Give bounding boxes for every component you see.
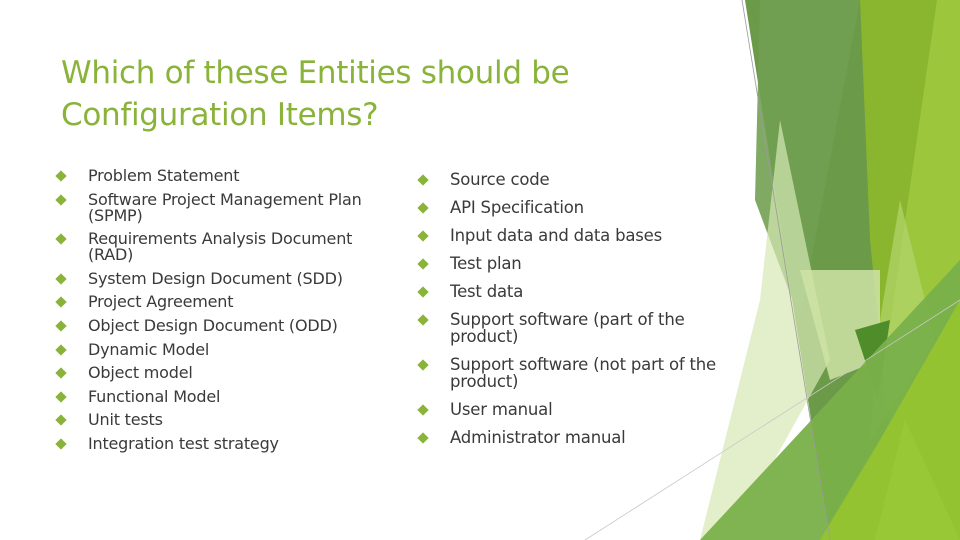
- slide-title: Which of these Entities should be Config…: [61, 55, 570, 133]
- list-item-text: Source code: [450, 170, 550, 189]
- diamond-bullet-icon: [55, 367, 67, 379]
- diamond-bullet-icon: [417, 230, 429, 242]
- list-item-text: Integration test strategy: [88, 433, 279, 453]
- diamond-bullet-icon: [55, 193, 67, 206]
- diamond-bullet-icon: [417, 314, 429, 326]
- list-item-text: Object model: [88, 363, 193, 383]
- list-item-text: Input data and data bases: [450, 226, 663, 245]
- diamond-bullet-icon: [417, 174, 429, 186]
- list-item: Input data and data bases: [414, 227, 734, 244]
- list-item-text: System Design Document (SDD): [88, 268, 343, 288]
- list-item-text: Project Agreement: [88, 292, 234, 312]
- list-item-text: Unit tests: [88, 410, 163, 430]
- list-item: Test data: [414, 283, 734, 300]
- diamond-bullet-icon: [55, 320, 67, 332]
- diamond-bullet-icon: [417, 404, 429, 416]
- list-item: System Design Document (SDD): [52, 268, 382, 288]
- diamond-bullet-icon: [417, 432, 429, 444]
- left-bullet-list: Problem Statement Software Project Manag…: [52, 168, 382, 460]
- right-bullet-list: Source code API Specification Input data…: [414, 171, 734, 457]
- list-item-text: User manual: [450, 400, 553, 419]
- diamond-bullet-icon: [55, 296, 67, 309]
- diamond-bullet-icon: [55, 273, 67, 285]
- list-item: Requirements Analysis Document (RAD): [52, 231, 382, 263]
- list-item-text: Administrator manual: [450, 428, 626, 447]
- list-item-text: Dynamic Model: [88, 339, 210, 359]
- list-item: Support software (not part of the produc…: [414, 356, 734, 390]
- list-item-text: Test plan: [450, 254, 522, 273]
- list-item-text: Requirements Analysis Document (RAD): [88, 229, 353, 265]
- diamond-bullet-icon: [417, 359, 429, 371]
- list-item: API Specification: [414, 199, 734, 216]
- diamond-bullet-icon: [55, 170, 67, 182]
- list-item-text: Functional Model: [88, 386, 221, 406]
- list-item: Software Project Management Plan (SPMP): [52, 189, 382, 225]
- list-item-text: API Specification: [450, 198, 584, 217]
- list-item-text: Object Design Document (ODD): [88, 315, 338, 335]
- list-item-text: Test data: [450, 282, 524, 301]
- list-item: Dynamic Model: [52, 339, 382, 359]
- diamond-bullet-icon: [55, 414, 67, 427]
- list-item-text: Problem Statement: [88, 166, 240, 185]
- diamond-bullet-icon: [55, 438, 67, 450]
- list-item: Object model: [52, 365, 382, 381]
- list-item-text: Software Project Management Plan (SPMP): [88, 189, 362, 225]
- list-item: Unit tests: [52, 412, 382, 428]
- list-item: Integration test strategy: [52, 433, 382, 453]
- list-item: Administrator manual: [414, 429, 734, 446]
- diamond-bullet-icon: [417, 202, 429, 214]
- list-item: Source code: [414, 171, 734, 188]
- list-item: Object Design Document (ODD): [52, 315, 382, 335]
- list-item: Support software (part of the product): [414, 311, 734, 345]
- list-item: Functional Model: [52, 386, 382, 406]
- diamond-bullet-icon: [417, 258, 429, 270]
- list-item: Project Agreement: [52, 294, 382, 310]
- list-item-text: Support software (not part of the produc…: [450, 355, 716, 391]
- diamond-bullet-icon: [55, 233, 67, 245]
- list-item-text: Support software (part of the product): [450, 310, 685, 346]
- list-item: User manual: [414, 401, 734, 418]
- diamond-bullet-icon: [417, 286, 429, 298]
- list-item: Problem Statement: [52, 168, 382, 184]
- list-item: Test plan: [414, 255, 734, 272]
- diamond-bullet-icon: [55, 391, 67, 403]
- diamond-bullet-icon: [55, 343, 67, 356]
